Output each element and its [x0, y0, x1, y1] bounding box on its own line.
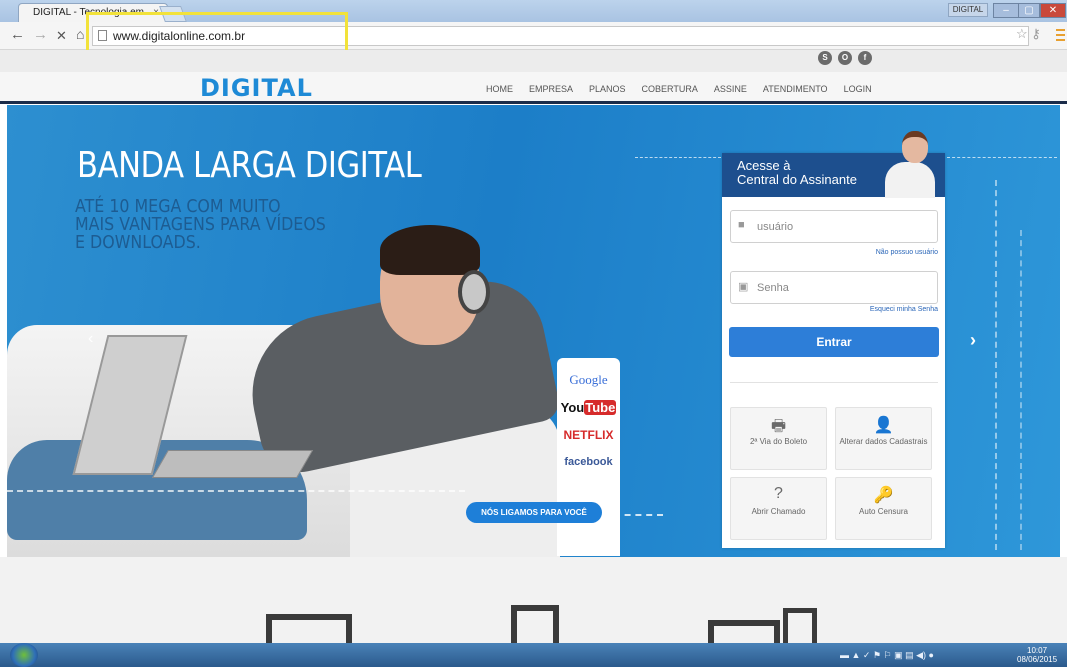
- nav-assine[interactable]: ASSINE: [714, 84, 747, 94]
- login-panel-title: Acesse à Central do Assinante: [737, 159, 857, 187]
- bookmark-star-icon[interactable]: ☆ ⚷: [1016, 26, 1041, 42]
- facebook-icon[interactable]: f: [858, 51, 872, 65]
- login-title-line: Central do Assinante: [737, 172, 857, 187]
- forgot-password-link[interactable]: Esqueci minha Senha: [730, 306, 938, 313]
- decor-dash: [1020, 230, 1022, 550]
- password-input[interactable]: Senha: [730, 271, 938, 304]
- assistant-head-image: [902, 131, 928, 163]
- nav-home[interactable]: HOME: [486, 84, 513, 94]
- social-o-icon[interactable]: O: [838, 51, 852, 65]
- slider-prev-icon[interactable]: ‹: [88, 330, 93, 348]
- decor-dash: [947, 157, 1057, 158]
- clock-time: 10:07: [1027, 646, 1048, 655]
- login-submit-button[interactable]: Entrar: [729, 327, 939, 357]
- taskbar-clock[interactable]: 10:07 08/06/2015: [1017, 646, 1057, 664]
- laptop-base-image: [151, 450, 314, 478]
- start-button[interactable]: [10, 643, 38, 667]
- printer-icon: 🖶: [770, 418, 787, 435]
- stop-icon[interactable]: ✕: [56, 28, 67, 44]
- tile-label: Alterar dados Cadastrais: [839, 437, 928, 446]
- no-user-link[interactable]: Não possuo usuário: [730, 249, 938, 256]
- system-tray[interactable]: ▬ ▲ ✓ ⚑ ⚐ ▣ ▤ ◀) ●: [840, 650, 934, 661]
- hero-subtitle: ATÉ 10 MEGA COM MUITO MAIS VANTAGENS PAR…: [75, 198, 326, 252]
- tablet-icon: [511, 605, 559, 645]
- user-icon: ■: [738, 219, 745, 231]
- youtube-logo: YouTube: [557, 400, 620, 415]
- username-input[interactable]: usuário: [730, 210, 938, 243]
- tile-boleto[interactable]: 🖶 2ª Via do Boleto: [730, 407, 827, 470]
- nav-planos[interactable]: PLANOS: [589, 84, 626, 94]
- tile-label: 2ª Via do Boleto: [749, 437, 808, 446]
- social-bar: [0, 50, 1067, 72]
- back-icon[interactable]: ←: [10, 26, 25, 43]
- minimize-button[interactable]: –: [993, 3, 1019, 18]
- forward-icon[interactable]: →: [33, 26, 48, 43]
- assistant-body-image: [885, 162, 935, 198]
- login-title-line: Acesse à: [737, 158, 791, 173]
- nav-atendimento[interactable]: ATENDIMENTO: [763, 84, 828, 94]
- close-window-button[interactable]: ✕: [1040, 3, 1066, 18]
- tile-alterar-dados[interactable]: 👤 Alterar dados Cadastrais: [835, 407, 932, 470]
- site-logo[interactable]: DIGITAL: [200, 74, 313, 102]
- callback-button[interactable]: NÓS LIGAMOS PARA VOCÊ: [466, 502, 602, 523]
- question-icon: ?: [774, 485, 783, 502]
- netflix-logo: NETFLIX: [563, 428, 614, 442]
- decor-dash: [7, 490, 465, 492]
- person-hair-image: [380, 225, 480, 275]
- nav-empresa[interactable]: EMPRESA: [529, 84, 573, 94]
- google-logo: Google: [569, 372, 608, 387]
- tile-label: Abrir Chamado: [751, 507, 806, 516]
- main-nav: HOME EMPRESA PLANOS COBERTURA ASSINE ATE…: [486, 84, 888, 94]
- clock-date: 08/06/2015: [1017, 655, 1058, 664]
- headphone-image: [458, 270, 490, 314]
- hero-subtitle-line: E DOWNLOADS.: [75, 232, 201, 253]
- browser-menu-icon[interactable]: [1056, 29, 1065, 41]
- facebook-logo: facebook: [564, 456, 613, 468]
- skype-icon[interactable]: S: [818, 51, 832, 65]
- tile-label: Auto Censura: [859, 507, 908, 516]
- home-icon[interactable]: ⌂: [76, 26, 84, 42]
- divider: [730, 382, 938, 383]
- youtube-tube: Tube: [584, 400, 617, 415]
- nav-cobertura[interactable]: COBERTURA: [642, 84, 698, 94]
- decor-dash: [635, 157, 721, 158]
- user-icon: 👤: [873, 417, 894, 434]
- tile-auto-censura[interactable]: 🔑 Auto Censura: [835, 477, 932, 540]
- decor-dash: [995, 180, 997, 550]
- tile-abrir-chamado[interactable]: ? Abrir Chamado: [730, 477, 827, 540]
- slider-next-icon[interactable]: ›: [970, 330, 976, 351]
- window-title-label: DIGITAL: [948, 3, 988, 17]
- youtube-you: You: [560, 400, 585, 415]
- nav-login[interactable]: LOGIN: [844, 84, 872, 94]
- phone-icon: [783, 608, 817, 648]
- maximize-button[interactable]: ▢: [1018, 3, 1040, 18]
- hero-title: BANDA LARGA DIGITAL: [77, 145, 422, 186]
- lock-icon: ▣: [738, 281, 749, 293]
- key-icon: 🔑: [873, 487, 894, 504]
